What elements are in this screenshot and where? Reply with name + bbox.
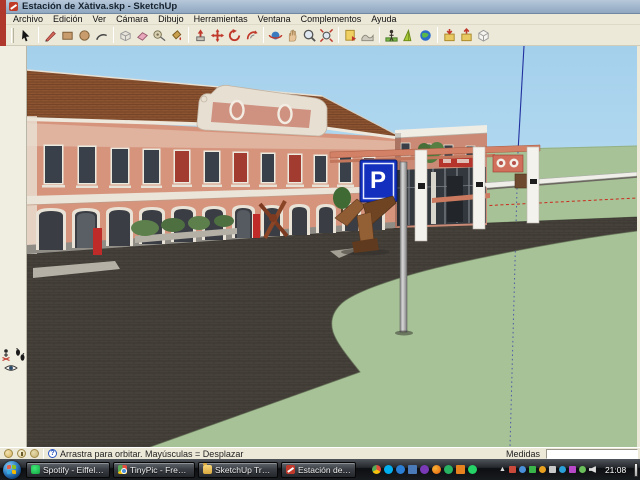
arc-tool-icon[interactable] — [93, 27, 110, 44]
taskbar-clock[interactable]: 21:08 — [605, 465, 626, 475]
zoom-extents-tool-icon[interactable] — [318, 27, 335, 44]
look-around-icon[interactable] — [4, 362, 18, 374]
menu-complementos[interactable]: Complementos — [296, 14, 367, 24]
ql-chrome-icon[interactable] — [372, 465, 381, 474]
red-banner — [93, 228, 102, 255]
tray-icon-1[interactable] — [509, 466, 516, 473]
status-bar: ? Arrastra para orbitar. Mayúsculas = De… — [0, 447, 640, 459]
orbit-tool-icon[interactable] — [267, 27, 284, 44]
tray-volume-icon[interactable] — [589, 466, 596, 473]
push-pull-tool-icon[interactable] — [192, 27, 209, 44]
start-button[interactable] — [3, 461, 21, 479]
measurements-label: Medidas — [506, 449, 540, 459]
tray-icon-8[interactable] — [579, 466, 586, 473]
status-hint: Arrastra para orbitar. Mayúsculas = Desp… — [60, 449, 243, 459]
place-model-icon[interactable] — [383, 27, 400, 44]
tray-icon-2[interactable] — [519, 466, 526, 473]
sketchup-window: Estación de Xàtiva.skp - SketchUp Archiv… — [0, 0, 640, 480]
walk-tool-icon[interactable] — [14, 348, 26, 362]
ql-skype-icon[interactable] — [384, 465, 393, 474]
move-tool-icon[interactable] — [209, 27, 226, 44]
menu-ayuda[interactable]: Ayuda — [366, 14, 401, 24]
menu-archivo[interactable]: Archivo — [8, 14, 48, 24]
menu-dibujo[interactable]: Dibujo — [153, 14, 189, 24]
chrome-icon — [118, 465, 127, 474]
window-title: Estación de Xàtiva.skp - SketchUp — [22, 1, 177, 12]
show-desktop-button[interactable] — [634, 463, 638, 477]
ql-messenger-icon[interactable] — [444, 465, 453, 474]
get-models-icon[interactable] — [441, 27, 458, 44]
taskbar-item-folder[interactable]: SketchUp Trabajos — [198, 462, 278, 478]
ql-ie-icon[interactable] — [396, 465, 405, 474]
pan-tool-icon[interactable] — [284, 27, 301, 44]
taskbar-item-tinypic[interactable]: TinyPic - Free Image H... — [113, 462, 195, 478]
menu-ventana[interactable]: Ventana — [253, 14, 296, 24]
ql-folder-icon[interactable] — [408, 465, 417, 474]
toolbar-grip[interactable] — [11, 28, 14, 43]
help-icon[interactable]: ? — [48, 449, 57, 458]
menu-ver[interactable]: Ver — [88, 14, 112, 24]
offset-tool-icon[interactable] — [243, 27, 260, 44]
paint-bucket-tool-icon[interactable] — [168, 27, 185, 44]
red-banner-2 — [253, 214, 260, 238]
toggle-terrain-icon[interactable] — [359, 27, 376, 44]
status-coin-icon-1[interactable] — [4, 449, 13, 458]
tray-icon-6[interactable] — [559, 466, 566, 473]
taskbar-item-spotify[interactable]: Spotify - Eiffel 65 – W... — [26, 462, 110, 478]
workspace: P — [0, 46, 640, 447]
spotify-icon — [31, 465, 40, 474]
tape-measure-tool-icon[interactable] — [151, 27, 168, 44]
sandbox-tool-icon[interactable] — [400, 27, 417, 44]
get-current-view-icon[interactable] — [342, 27, 359, 44]
quick-launch — [372, 465, 477, 474]
ql-vlc-icon[interactable] — [456, 465, 465, 474]
ql-mediaplayer-icon[interactable] — [420, 465, 429, 474]
parking-sign-letter: P — [370, 167, 386, 194]
measurements-input[interactable] — [546, 449, 638, 459]
viewport-canvas[interactable]: P — [27, 46, 637, 447]
status-coin-icon-2[interactable] — [17, 449, 26, 458]
eraser-tool-icon[interactable] — [134, 27, 151, 44]
line-tool-icon[interactable] — [42, 27, 59, 44]
title-bar[interactable]: Estación de Xàtiva.skp - SketchUp — [0, 0, 640, 14]
share-model-icon[interactable] — [458, 27, 475, 44]
system-tray: ▲ — [499, 466, 596, 473]
tray-arrow-icon[interactable]: ▲ — [499, 466, 506, 473]
rotate-tool-icon[interactable] — [226, 27, 243, 44]
taskbar-item-sketchup[interactable]: Estación de Xàtiva.skp... — [281, 462, 356, 478]
menu-herramientas[interactable]: Herramientas — [189, 14, 253, 24]
main-toolbar — [0, 25, 640, 46]
camera-toolstrip — [0, 46, 27, 447]
model-box-icon[interactable] — [475, 27, 492, 44]
tray-icon-5[interactable] — [549, 466, 556, 473]
ql-whatsapp-icon[interactable] — [468, 465, 477, 474]
circle-tool-icon[interactable] — [76, 27, 93, 44]
zoom-tool-icon[interactable] — [301, 27, 318, 44]
taskbar: Spotify - Eiffel 65 – W... TinyPic - Fre… — [0, 459, 640, 480]
make-component-tool-icon[interactable] — [117, 27, 134, 44]
sign-pole — [400, 162, 407, 332]
position-camera-icon[interactable] — [1, 348, 13, 362]
scene: P — [27, 46, 637, 447]
rectangle-tool-icon[interactable] — [59, 27, 76, 44]
tray-icon-3[interactable] — [529, 466, 536, 473]
folder-icon — [203, 465, 212, 474]
menu-bar: Archivo Edición Ver Cámara Dibujo Herram… — [0, 14, 640, 25]
status-coin-icon-3[interactable] — [30, 449, 39, 458]
sketchup-app-icon — [9, 2, 18, 11]
menu-camara[interactable]: Cámara — [111, 14, 153, 24]
menu-edicion[interactable]: Edición — [48, 14, 88, 24]
tray-icon-4[interactable] — [539, 466, 546, 473]
google-earth-icon[interactable] — [417, 27, 434, 44]
select-tool-icon[interactable] — [18, 27, 35, 44]
tray-icon-7[interactable] — [569, 466, 576, 473]
ql-firefox-icon[interactable] — [432, 465, 441, 474]
desktop-edge — [0, 0, 6, 46]
sketchup-icon — [286, 465, 295, 474]
